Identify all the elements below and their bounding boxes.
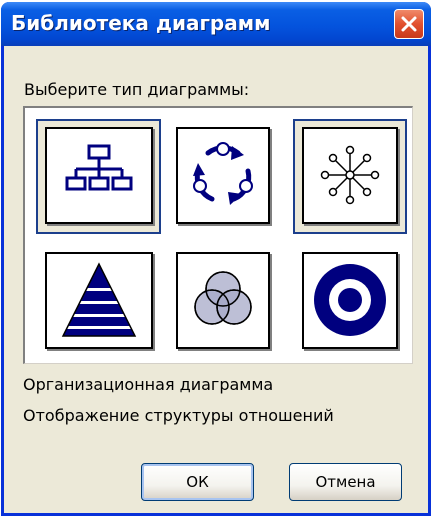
selected-diagram-description-text: Отображение структуры отношений xyxy=(23,406,334,425)
diagram-type-gallery xyxy=(23,106,413,364)
ok-button-label: ОК xyxy=(186,473,209,491)
diagram-gallery-dialog: Библиотека диаграмм Выберите тип диаграм… xyxy=(1,2,431,516)
diagram-option-cycle[interactable] xyxy=(176,127,270,224)
close-icon xyxy=(401,16,417,32)
cycle-diagram-icon xyxy=(193,142,253,205)
title-bar[interactable]: Библиотека диаграмм xyxy=(1,2,431,46)
selected-diagram-description: Отображение структуры отношений xyxy=(23,406,334,425)
cancel-button[interactable]: Отмена xyxy=(289,463,402,501)
selected-diagram-name-text: Организационная диаграмма xyxy=(23,375,274,394)
dialog-title: Библиотека диаграмм xyxy=(11,11,271,35)
diagram-option-venn[interactable] xyxy=(176,252,270,349)
radial-diagram-icon xyxy=(320,145,380,205)
pyramid-diagram-icon xyxy=(47,262,151,337)
venn-diagram-icon xyxy=(194,271,252,325)
diagram-option-radial[interactable] xyxy=(302,127,398,224)
ok-button[interactable]: ОК xyxy=(141,463,254,501)
prompt-text: Выберите тип диаграммы: xyxy=(24,80,250,99)
target-diagram-icon xyxy=(314,264,386,336)
diagram-option-target[interactable] xyxy=(302,252,398,349)
close-button[interactable] xyxy=(394,9,424,39)
cancel-button-label: Отмена xyxy=(315,473,376,491)
selected-diagram-name: Организационная диаграмма xyxy=(23,375,273,394)
diagram-type-prompt: Выберите тип диаграммы: xyxy=(24,80,249,99)
diagram-option-org-chart[interactable] xyxy=(45,127,153,224)
diagram-option-pyramid[interactable] xyxy=(45,252,153,349)
org-chart-icon xyxy=(65,144,133,191)
